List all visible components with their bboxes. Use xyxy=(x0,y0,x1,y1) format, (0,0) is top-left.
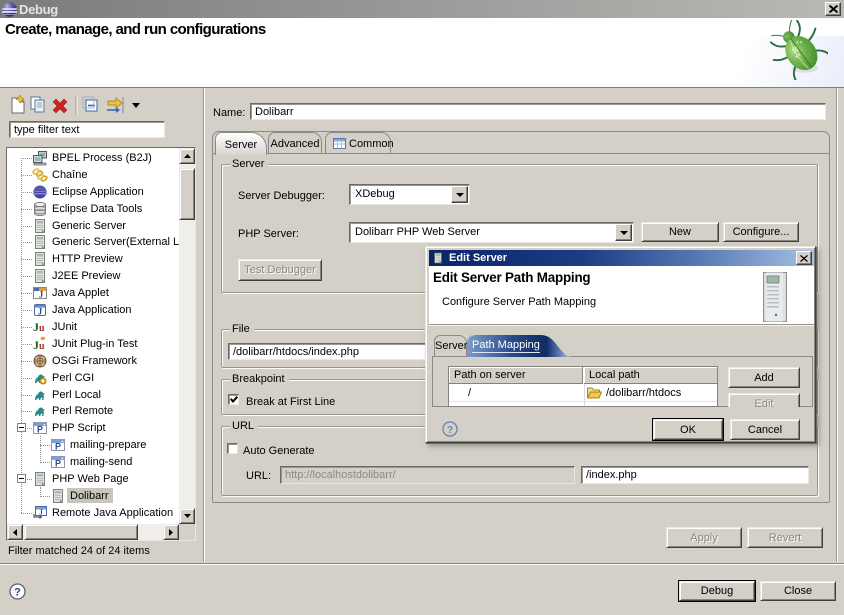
svg-text:?: ? xyxy=(447,425,453,436)
svg-text:?: ? xyxy=(14,587,21,599)
